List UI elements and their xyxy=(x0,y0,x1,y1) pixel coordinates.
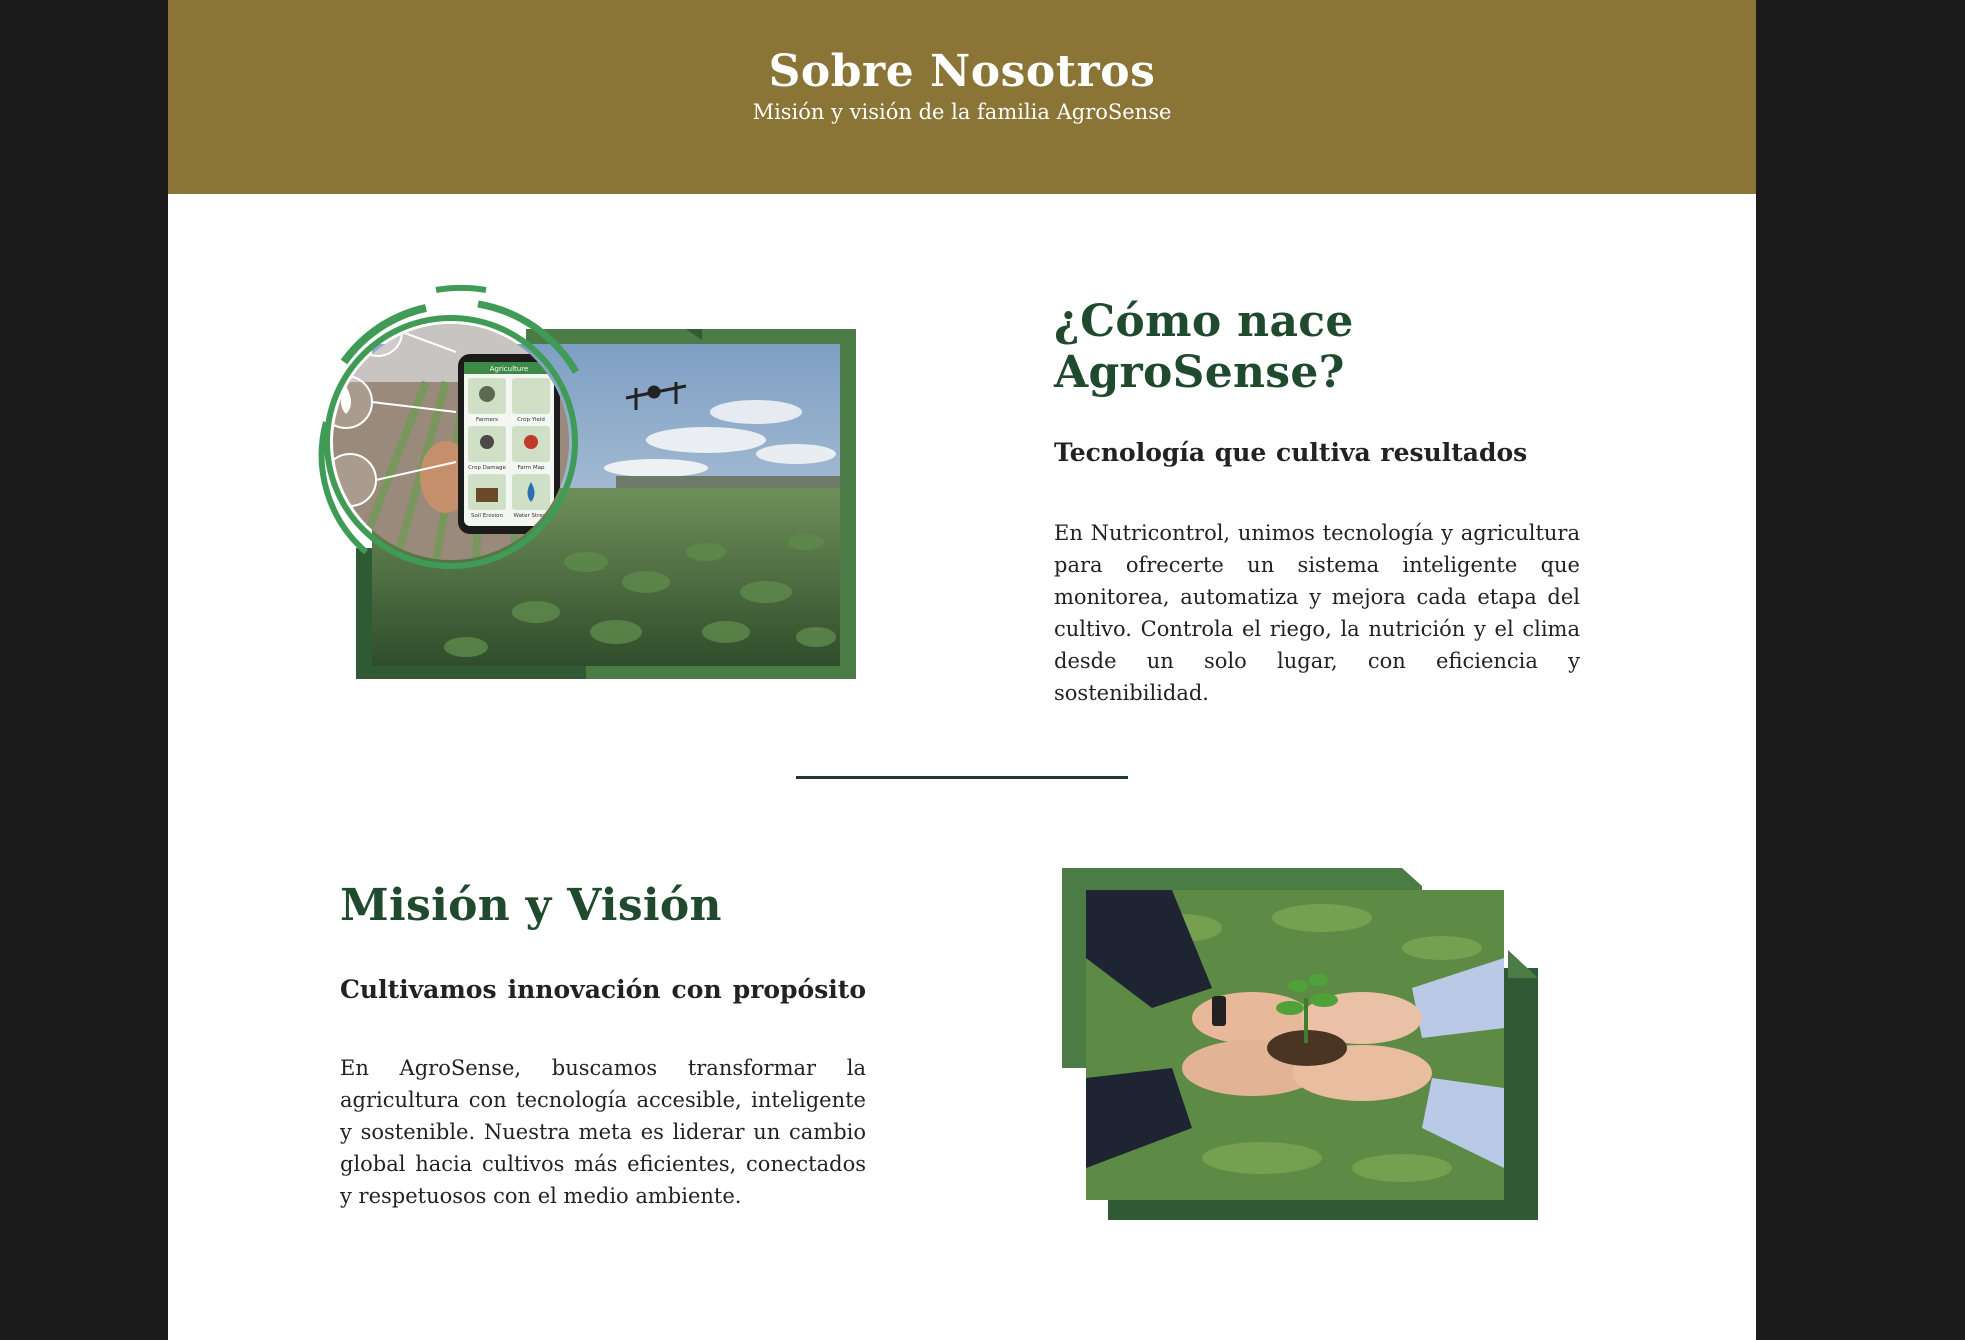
mission-subtitle: Cultivamos innovación con propósito xyxy=(340,975,866,1004)
mission-title: Misión y Visión xyxy=(340,880,722,931)
origin-body: En Nutricontrol, unimos tecnología y agr… xyxy=(1054,521,1580,705)
page-header: Sobre Nosotros Misión y visión de la fam… xyxy=(168,0,1756,194)
tile-label: Soil Erosion xyxy=(471,513,503,519)
bug-icon xyxy=(480,435,494,449)
mission-section: Misión y Visión Cultivamos innovación co… xyxy=(340,880,866,1212)
farmer-icon xyxy=(479,386,495,402)
origin-title: ¿Cómo nace AgroSense? xyxy=(1054,296,1354,398)
seedling-hands-image xyxy=(1062,868,1562,1224)
tile-label: Crop Damage xyxy=(468,465,506,471)
section-divider xyxy=(796,776,1128,779)
origin-subtitle: Tecnología que cultiva resultados xyxy=(1054,438,1528,467)
page-title: Sobre Nosotros xyxy=(768,46,1156,97)
map-pin-icon xyxy=(524,435,538,449)
wristwatch xyxy=(1212,996,1226,1026)
agrotech-illustration: Agriculture Farmers Crop Yield Crop Dama… xyxy=(286,262,856,682)
app-title: Agriculture xyxy=(490,365,529,373)
tile-label: Farmers xyxy=(476,417,498,423)
tile-label: Farm Map xyxy=(518,465,545,471)
origin-section: ¿Cómo nace AgroSense? Tecnología que cul… xyxy=(1054,296,1580,709)
about-page: Sobre Nosotros Misión y visión de la fam… xyxy=(168,0,1756,1340)
mission-body: En AgroSense, buscamos transformar la ag… xyxy=(340,1056,866,1208)
tile-label: Crop Yield xyxy=(517,417,545,423)
page-subtitle: Misión y visión de la familia AgroSense xyxy=(752,100,1172,124)
soil-icon xyxy=(476,488,498,502)
